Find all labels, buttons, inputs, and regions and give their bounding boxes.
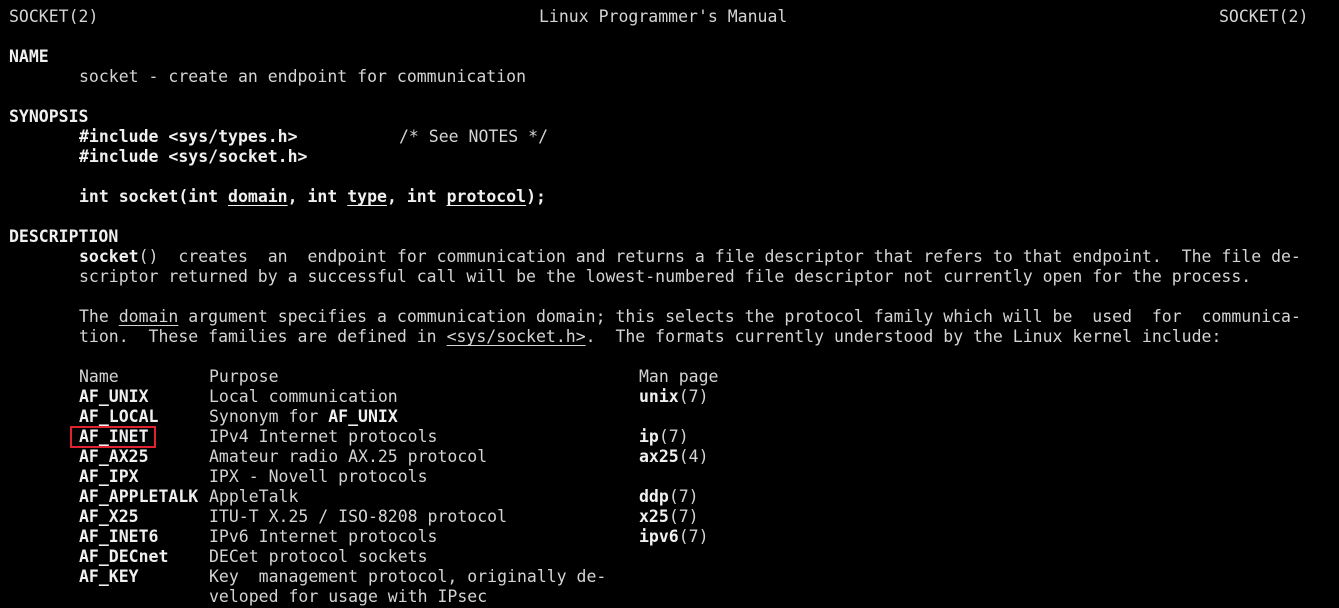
name-text: socket - create an endpoint for communic… [79, 67, 527, 86]
family-man-page: ax25(4) [639, 447, 709, 466]
description-p2-line1: The domain argument specifies a communic… [79, 307, 1301, 326]
family-purpose: ITU-T X.25 / ISO-8208 protocol [209, 507, 508, 526]
family-purpose: IPv4 Internet protocols [209, 427, 438, 446]
family-purpose: IPX - Novell protocols [209, 467, 428, 486]
table-header-name: Name [79, 367, 119, 386]
description-p2-line2: tion. These families are defined in <sys… [79, 327, 1222, 346]
family-name: AF_APPLETALK [79, 487, 199, 506]
header-left: SOCKET(2) [9, 7, 99, 26]
family-purpose: Key management protocol, originally de- [209, 567, 607, 586]
param-type: type [347, 187, 387, 206]
family-man-page: ddp(7) [639, 487, 699, 506]
family-purpose: Amateur radio AX.25 protocol [209, 447, 488, 466]
family-man-page: ip(7) [639, 427, 689, 446]
family-name: AF_LOCAL [79, 407, 159, 426]
header-title: Linux Programmer's Manual [539, 7, 788, 26]
family-man-page: unix(7) [639, 387, 709, 406]
section-name-heading: NAME [9, 47, 49, 66]
table-header-purpose: Purpose [209, 367, 279, 386]
family-name: AF_AX25 [79, 447, 149, 466]
family-name: AF_UNIX [79, 387, 149, 406]
family-man-page: x25(7) [639, 507, 699, 526]
family-name: AF_DECnet [79, 547, 169, 566]
family-purpose-continuation: veloped for usage with IPsec [209, 587, 488, 606]
highlight-box [70, 426, 156, 448]
section-synopsis-heading: SYNOPSIS [9, 107, 89, 126]
param-protocol: protocol [446, 187, 527, 206]
param-domain: domain [228, 187, 288, 206]
family-purpose: DECet protocol sockets [209, 547, 428, 566]
terminal-screen: SOCKET(2) Linux Programmer's Manual SOCK… [0, 0, 1339, 608]
family-purpose: AppleTalk [209, 487, 299, 506]
header-right: SOCKET(2) [1219, 7, 1309, 26]
family-name: AF_X25 [79, 507, 139, 526]
include-socket: #include <sys/socket.h> [79, 147, 308, 166]
include-comment: /* See NOTES */ [399, 127, 549, 146]
description-p1-line2: scriptor returned by a successful call w… [79, 267, 1252, 286]
family-purpose: IPv6 Internet protocols [209, 527, 438, 546]
include-types: #include <sys/types.h> [79, 127, 298, 146]
family-name: AF_INET6 [79, 527, 159, 546]
family-name: AF_KEY [79, 567, 139, 586]
family-purpose: Local communication [209, 387, 398, 406]
socket-prototype: int socket(int domain, int type, int pro… [79, 187, 546, 206]
family-purpose: Synonym for AF_UNIX [209, 407, 398, 426]
table-header-man-page: Man page [639, 367, 719, 386]
description-p1-line1: socket() creates an endpoint for communi… [79, 247, 1301, 266]
family-name: AF_IPX [79, 467, 139, 486]
section-description-heading: DESCRIPTION [9, 227, 119, 246]
family-man-page: ipv6(7) [639, 527, 709, 546]
